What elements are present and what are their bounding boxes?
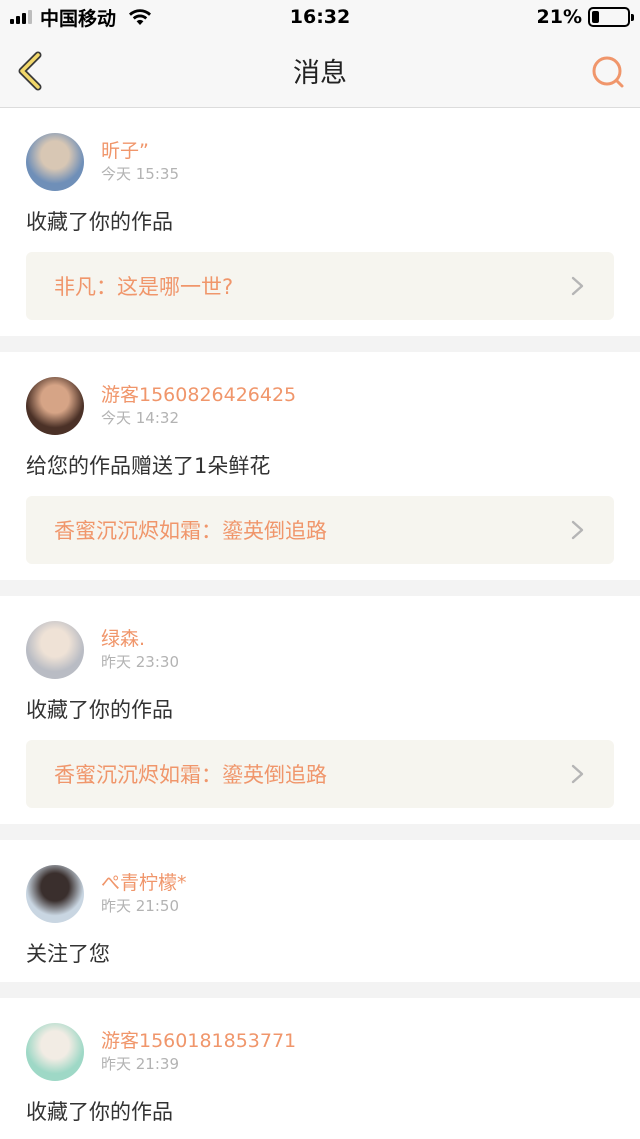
chevron-right-icon bbox=[571, 520, 584, 540]
work-reference[interactable]: 香蜜沉沉烬如霜：鎏英倒追路 bbox=[26, 496, 614, 564]
avatar[interactable] bbox=[26, 1023, 84, 1081]
username[interactable]: 游客1560181853771 bbox=[101, 1029, 296, 1053]
username[interactable]: 昕子” bbox=[101, 139, 179, 163]
message-list: 昕子” 今天 15:35 收藏了你的作品 非凡：这是哪一世? 游客1560826… bbox=[0, 108, 640, 1139]
work-reference-title: 香蜜沉沉烬如霜：鎏英倒追路 bbox=[54, 763, 327, 787]
battery-percent: 21% bbox=[536, 6, 582, 28]
avatar[interactable] bbox=[26, 865, 84, 923]
message-meta: 游客1560826426425 今天 14:32 bbox=[101, 383, 296, 429]
message-action: 收藏了你的作品 bbox=[26, 1100, 173, 1124]
username[interactable]: ぺ青柠檬* bbox=[101, 871, 187, 895]
message-action: 关注了您 bbox=[26, 942, 110, 966]
chevron-right-icon bbox=[571, 276, 584, 296]
page-title: 消息 bbox=[293, 58, 347, 89]
work-reference[interactable]: 香蜜沉沉烬如霜：鎏英倒追路 bbox=[26, 740, 614, 808]
username[interactable]: 绿森. bbox=[101, 627, 179, 651]
signal-icon bbox=[10, 10, 32, 24]
avatar[interactable] bbox=[26, 377, 84, 435]
avatar[interactable] bbox=[26, 133, 84, 191]
status-left: 中国移动 bbox=[10, 4, 152, 31]
status-right: 21% bbox=[536, 6, 634, 28]
carrier-label: 中国移动 bbox=[40, 7, 117, 30]
battery-icon bbox=[588, 7, 634, 27]
message-card[interactable]: 绿森. 昨天 23:30 收藏了你的作品 香蜜沉沉烬如霜：鎏英倒追路 bbox=[0, 596, 640, 824]
battery-fill bbox=[592, 11, 600, 23]
message-time: 昨天 21:50 bbox=[101, 897, 179, 915]
message-meta: ぺ青柠檬* 昨天 21:50 bbox=[101, 871, 187, 917]
message-card[interactable]: 游客1560826426425 今天 14:32 给您的作品赠送了1朵鲜花 香蜜… bbox=[0, 352, 640, 580]
message-time: 今天 15:35 bbox=[101, 165, 179, 183]
message-card[interactable]: ぺ青柠檬* 昨天 21:50 关注了您 bbox=[0, 840, 640, 982]
work-reference[interactable]: 非凡：这是哪一世? bbox=[26, 252, 614, 320]
message-time: 昨天 21:39 bbox=[101, 1055, 179, 1073]
message-meta: 昕子” 今天 15:35 bbox=[101, 139, 179, 185]
message-time: 昨天 23:30 bbox=[101, 653, 179, 671]
work-reference-title: 香蜜沉沉烬如霜：鎏英倒追路 bbox=[54, 519, 327, 543]
username[interactable]: 游客1560826426425 bbox=[101, 383, 296, 407]
message-header: 游客1560826426425 今天 14:32 bbox=[26, 376, 614, 436]
message-card[interactable]: 游客1560181853771 昨天 21:39 收藏了你的作品 bbox=[0, 998, 640, 1139]
nav-bar: 消息 bbox=[0, 34, 640, 108]
message-meta: 绿森. 昨天 23:30 bbox=[101, 627, 179, 673]
message-action: 给您的作品赠送了1朵鲜花 bbox=[26, 454, 271, 478]
message-time: 今天 14:32 bbox=[101, 409, 179, 427]
work-reference-title: 非凡：这是哪一世? bbox=[54, 275, 234, 299]
status-bar: 中国移动 16:32 21% bbox=[0, 0, 640, 34]
message-action: 收藏了你的作品 bbox=[26, 210, 173, 234]
message-header: 绿森. 昨天 23:30 bbox=[26, 620, 614, 680]
avatar[interactable] bbox=[26, 621, 84, 679]
message-header: 昕子” 今天 15:35 bbox=[26, 132, 614, 192]
message-card[interactable]: 昕子” 今天 15:35 收藏了你的作品 非凡：这是哪一世? bbox=[0, 108, 640, 336]
wifi-icon bbox=[129, 9, 152, 25]
message-action: 收藏了你的作品 bbox=[26, 698, 173, 722]
chevron-right-icon bbox=[571, 764, 584, 784]
message-meta: 游客1560181853771 昨天 21:39 bbox=[101, 1029, 296, 1075]
message-header: 游客1560181853771 昨天 21:39 bbox=[26, 1022, 614, 1082]
message-header: ぺ青柠檬* 昨天 21:50 bbox=[26, 864, 614, 924]
search-button[interactable] bbox=[590, 54, 626, 90]
back-button[interactable] bbox=[14, 51, 50, 91]
